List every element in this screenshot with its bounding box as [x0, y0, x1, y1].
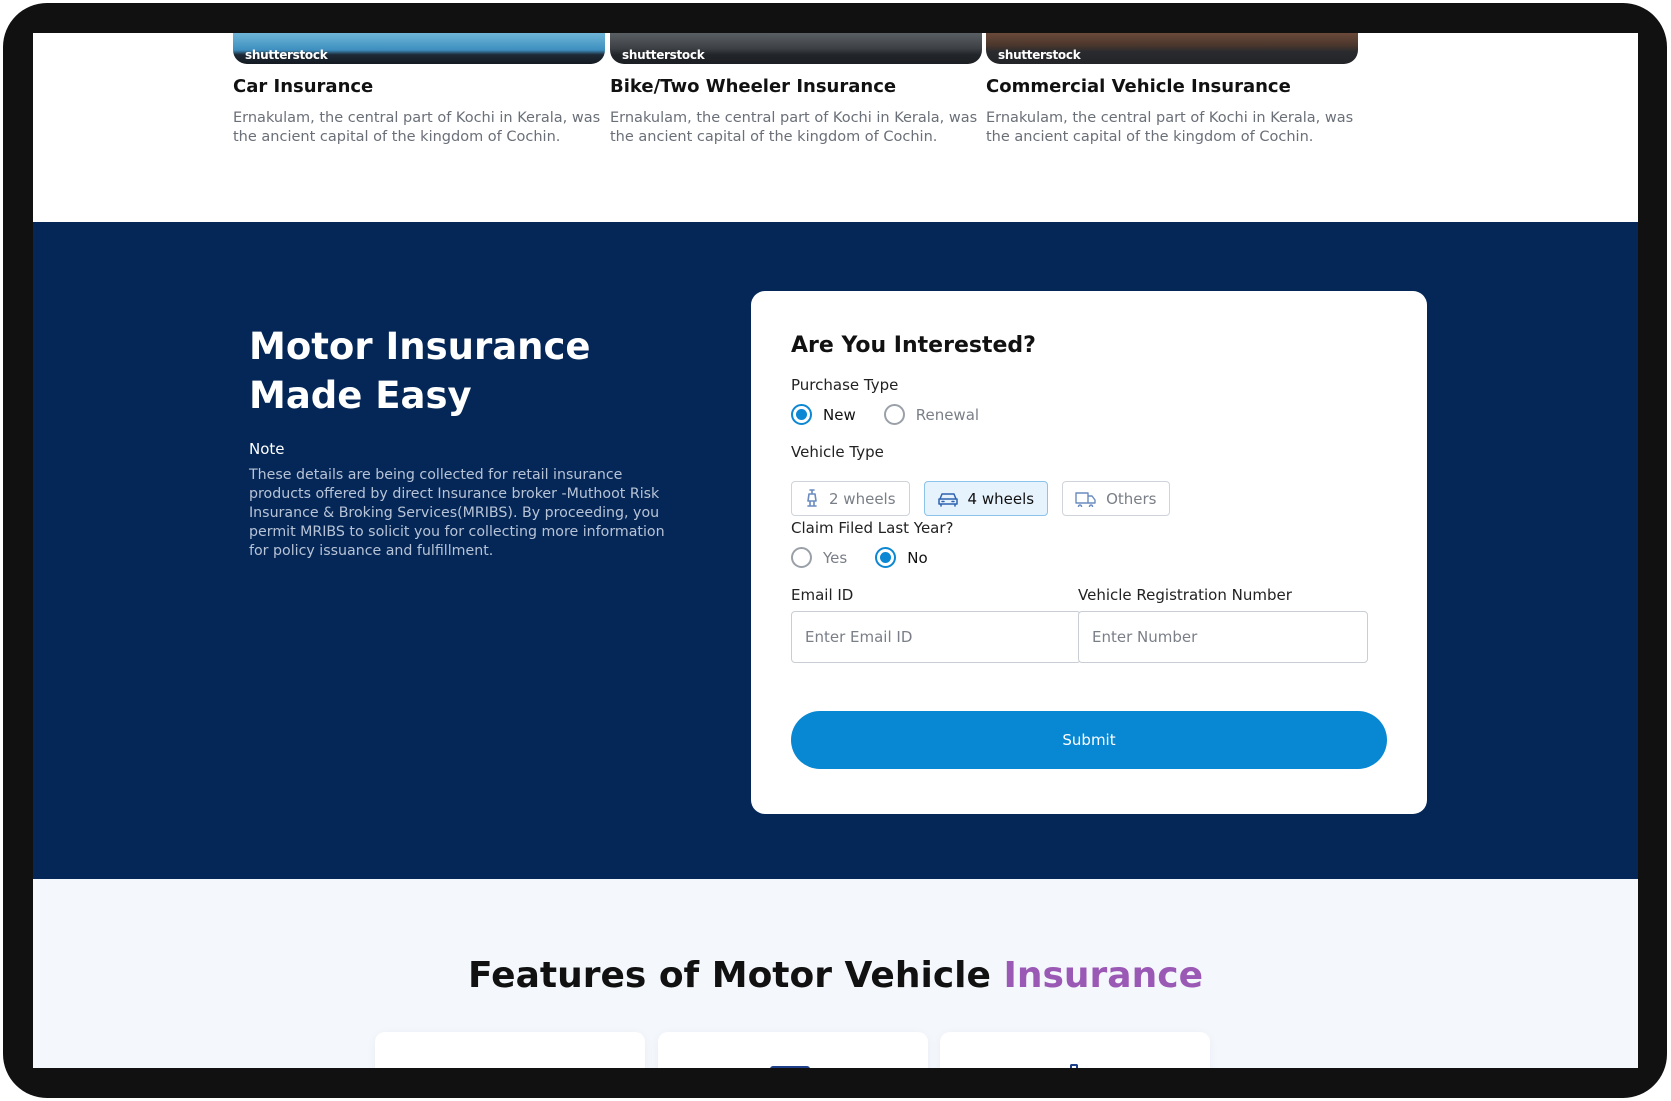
feature-card[interactable]: [940, 1032, 1210, 1068]
truck-icon: [1075, 491, 1097, 507]
claim-filed-yes-radio[interactable]: Yes: [791, 547, 847, 568]
registration-number-field[interactable]: [1078, 611, 1368, 663]
registration-input-wrap: [1078, 611, 1368, 663]
car-insurance-image: shutterstock: [233, 33, 605, 64]
feature-card[interactable]: [658, 1032, 928, 1068]
watermark-text: shutterstock: [998, 48, 1081, 62]
card-title[interactable]: Car Insurance: [233, 76, 605, 97]
radio-circle-icon[interactable]: [875, 547, 897, 568]
note-text: These details are being collected for re…: [249, 467, 665, 559]
radio-circle-icon[interactable]: [883, 404, 905, 425]
radio-label[interactable]: New: [823, 406, 856, 424]
purchase-type-label: Purchase Type: [791, 376, 899, 394]
registration-label: Vehicle Registration Number: [1078, 586, 1292, 604]
motor-insurance-section: Motor Insurance Made Easy Note These det…: [33, 222, 1638, 879]
watermark-text: shutterstock: [622, 48, 705, 62]
email-input-wrap: [791, 611, 1081, 663]
commercial-insurance-image: shutterstock: [986, 33, 1358, 64]
purchase-type-renewal-radio[interactable]: Renewal: [883, 404, 979, 425]
insurance-card-commercial[interactable]: shutterstock Commercial Vehicle Insuranc…: [986, 33, 1358, 147]
feature-card[interactable]: [375, 1032, 645, 1068]
radio-circle-icon[interactable]: [791, 547, 812, 568]
screen: shutterstock Car Insurance Ernakulam, th…: [33, 33, 1638, 1068]
radio-label[interactable]: Yes: [823, 549, 847, 567]
claim-filed-label: Claim Filed Last Year?: [791, 519, 954, 537]
vehicle-type-2-wheels[interactable]: 2 wheels: [791, 481, 910, 516]
purchase-type-group: New Renewal: [791, 404, 1007, 425]
radio-circle-icon[interactable]: [791, 404, 812, 425]
vehicle-type-label: Vehicle Type: [791, 443, 884, 461]
vehicle-type-label-text[interactable]: Others: [1106, 490, 1156, 508]
insurance-card-car[interactable]: shutterstock Car Insurance Ernakulam, th…: [233, 33, 605, 147]
card-description: Ernakulam, the central part of Kochi in …: [610, 110, 978, 145]
features-section: Features of Motor Vehicle Insurance: [33, 879, 1638, 1068]
car-icon: [937, 491, 959, 507]
email-field[interactable]: [791, 611, 1081, 663]
hero-title: Motor Insurance Made Easy: [249, 325, 591, 417]
claim-filed-group: Yes No: [791, 547, 956, 568]
feature-icon: [770, 1066, 810, 1068]
form-title: Are You Interested?: [791, 333, 1036, 358]
features-title-main: Features of Motor Vehicle: [468, 955, 991, 996]
vehicle-type-others[interactable]: Others: [1062, 481, 1171, 516]
card-title[interactable]: Commercial Vehicle Insurance: [986, 76, 1358, 97]
features-title: Features of Motor Vehicle Insurance: [33, 955, 1638, 996]
purchase-type-new-radio[interactable]: New: [791, 404, 856, 425]
card-description: Ernakulam, the central part of Kochi in …: [986, 110, 1354, 145]
card-title[interactable]: Bike/Two Wheeler Insurance: [610, 76, 982, 97]
interest-form: Are You Interested? Purchase Type New Re…: [751, 291, 1427, 814]
vehicle-type-label-text[interactable]: 2 wheels: [829, 490, 896, 508]
scooter-icon: [804, 488, 820, 509]
note-label: Note: [249, 440, 285, 458]
radio-label[interactable]: No: [907, 549, 927, 567]
card-description: Ernakulam, the central part of Kochi in …: [233, 110, 601, 145]
feature-icon: [1070, 1064, 1078, 1068]
radio-label[interactable]: Renewal: [916, 406, 979, 424]
features-title-accent: Insurance: [1003, 955, 1203, 996]
bike-insurance-image: shutterstock: [610, 33, 982, 64]
vehicle-type-4-wheels[interactable]: 4 wheels: [923, 481, 1049, 516]
insurance-card-bike[interactable]: shutterstock Bike/Two Wheeler Insurance …: [610, 33, 982, 147]
claim-filed-no-radio[interactable]: No: [875, 547, 928, 568]
insurance-cards-section: shutterstock Car Insurance Ernakulam, th…: [33, 33, 1638, 222]
vehicle-type-group: 2 wheels 4 wheels Others: [791, 481, 1184, 516]
vehicle-type-label-text[interactable]: 4 wheels: [968, 490, 1035, 508]
submit-button[interactable]: Submit: [791, 711, 1387, 769]
watermark-text: shutterstock: [245, 48, 328, 62]
email-label: Email ID: [791, 586, 854, 604]
